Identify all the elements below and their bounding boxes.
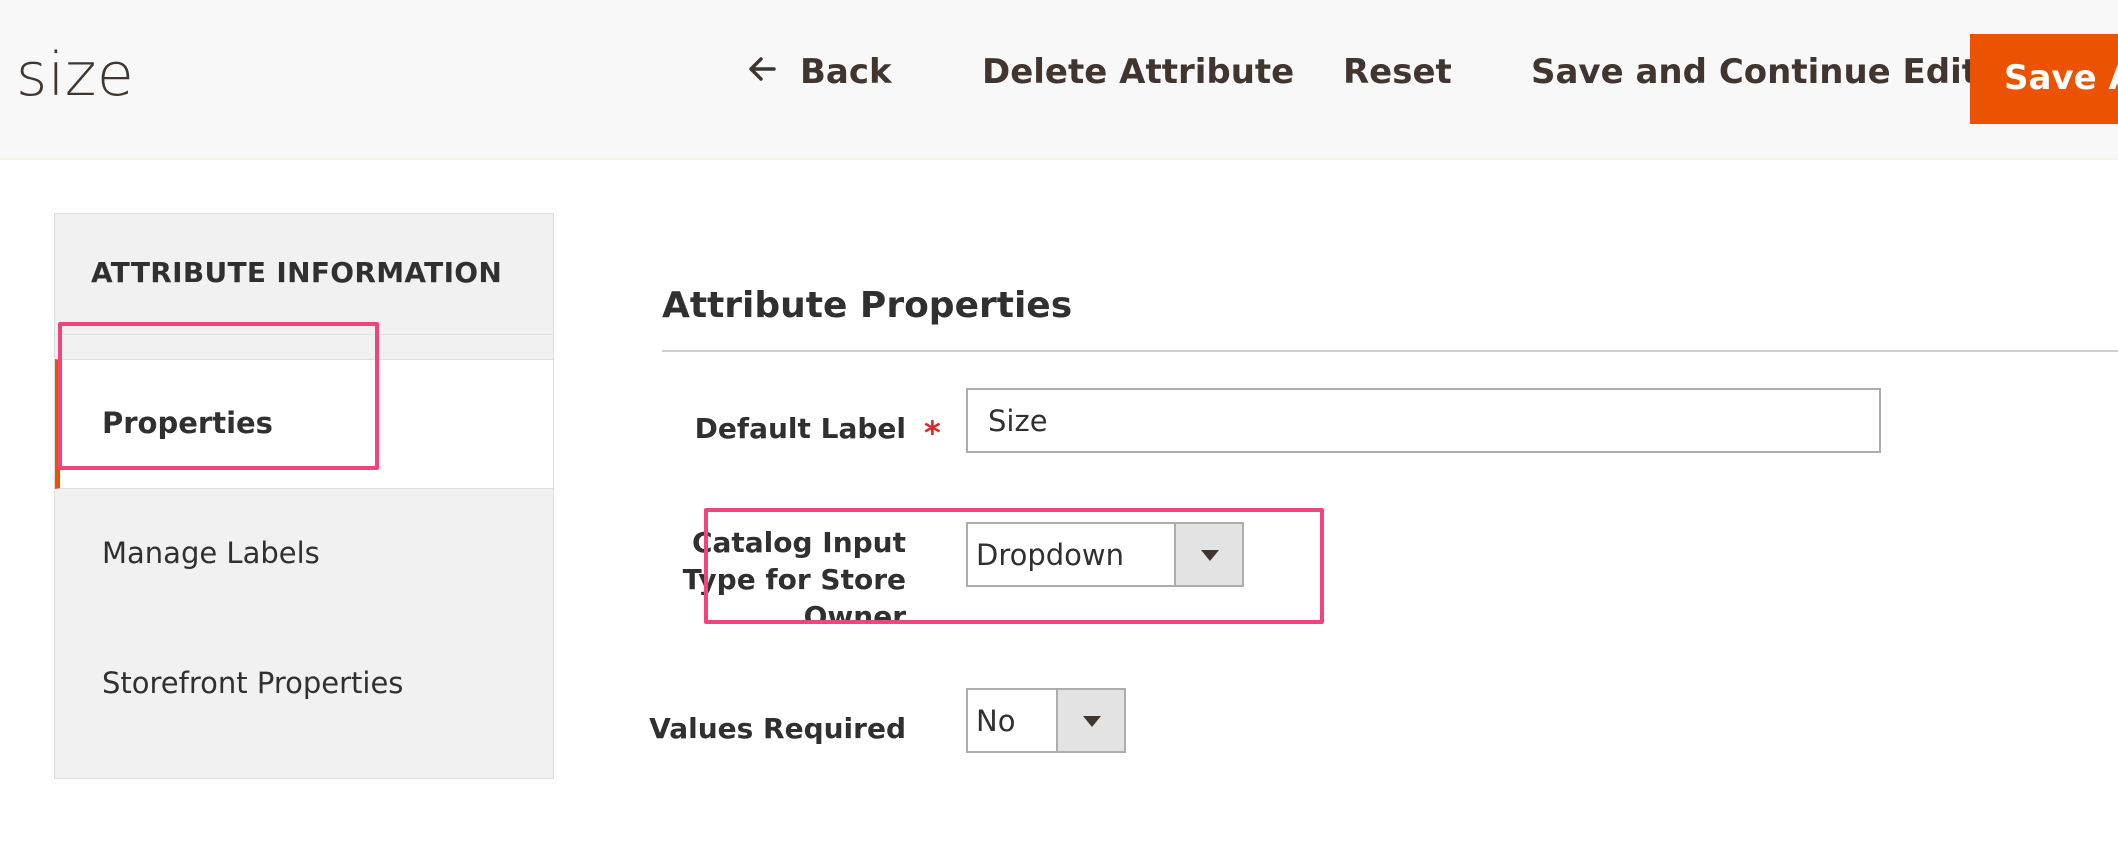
back-button[interactable]: Back [746, 52, 892, 92]
reset-button[interactable]: Reset [1343, 52, 1452, 92]
values-required-value: No [976, 704, 1016, 738]
values-required-select[interactable]: No [966, 688, 1126, 753]
values-required-label: Values Required [649, 712, 906, 745]
attribute-info-sidebar: ATTRIBUTE INFORMATION Properties Manage … [54, 213, 554, 779]
tab-storefront-properties-label: Storefront Properties [102, 666, 404, 700]
page-title: size [16, 40, 135, 110]
sidebar-divider [55, 334, 553, 335]
chevron-down-icon[interactable] [1056, 690, 1124, 751]
tab-storefront-properties[interactable]: Storefront Properties [55, 620, 553, 750]
tab-manage-labels-label: Manage Labels [102, 536, 320, 570]
save-and-continue-button[interactable]: Save and Continue Edit [1531, 52, 1978, 92]
catalog-input-type-label: Catalog Input Type for Store Owner [682, 526, 906, 624]
tab-properties-label: Properties [102, 406, 273, 440]
default-label-label: Default Label [694, 412, 906, 445]
catalog-input-type-value: Dropdown [976, 538, 1125, 572]
delete-attribute-button[interactable]: Delete Attribute [982, 52, 1294, 92]
chevron-down-icon[interactable] [1174, 524, 1242, 585]
default-label-input[interactable] [966, 388, 1881, 453]
page-header: size Back Delete Attribute Reset Save an… [0, 0, 2118, 160]
catalog-input-type-select[interactable]: Dropdown [966, 522, 1244, 587]
back-button-label: Back [800, 52, 892, 92]
tab-properties[interactable]: Properties [55, 359, 553, 489]
arrow-left-icon [749, 57, 776, 81]
tab-manage-labels[interactable]: Manage Labels [55, 490, 553, 620]
section-title: Attribute Properties [662, 285, 1073, 326]
sidebar-title: ATTRIBUTE INFORMATION [91, 256, 503, 289]
save-attribute-button[interactable]: Save Attribute [1970, 34, 2118, 124]
section-divider [662, 350, 2118, 352]
required-asterisk: * [924, 414, 941, 452]
